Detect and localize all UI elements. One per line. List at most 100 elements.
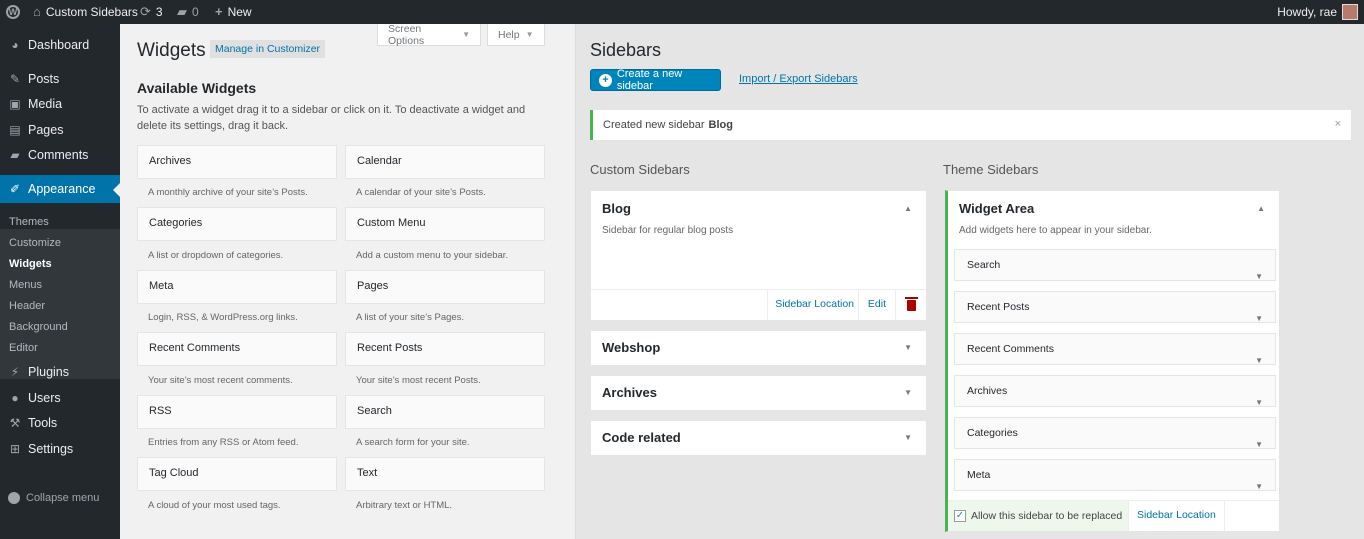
widget-description: Your site’s most recent Posts. [356,375,481,386]
collapse-arrow-up-icon[interactable]: ▲ [904,204,912,213]
expand-arrow-down-icon[interactable]: ▼ [1255,304,1263,334]
sidebar-location-link[interactable]: Sidebar Location [1128,501,1225,531]
avatar [1342,4,1358,20]
sidebar-actions: ✓ Allow this sidebar to be replaced Sideb… [948,500,1279,531]
sidebar-code-related[interactable]: Code related ▼ [590,420,927,456]
widget-text[interactable]: Text [345,457,545,491]
widget-meta[interactable]: Meta [137,270,337,304]
placed-widget-recent-posts[interactable]: Recent Posts ▼ [954,291,1276,323]
widget-calendar[interactable]: Calendar [345,145,545,179]
wordpress-logo-icon[interactable]: W [6,0,20,24]
new-content-link[interactable]: + New [215,0,252,24]
widget-search[interactable]: Search [345,395,545,429]
import-export-link[interactable]: Import / Export Sidebars [739,73,858,85]
submenu-item-customize[interactable]: Customize [9,237,61,249]
sidebar-actions: Sidebar Location Edit [591,289,926,320]
create-new-sidebar-button[interactable]: + Create a new sidebar [590,68,721,92]
widget-description: A search form for your site. [356,437,470,448]
comments-link[interactable]: ▰ 0 [177,0,199,24]
screen-options-button[interactable]: Screen Options ▼ [377,23,481,47]
wrench-icon: ⚒ [9,416,21,430]
expand-arrow-down-icon[interactable]: ▼ [904,433,912,442]
widget-recent-comments[interactable]: Recent Comments [137,332,337,366]
menu-item-appearance[interactable]: ✐ Appearance [0,175,120,203]
submenu-item-header[interactable]: Header [9,300,45,312]
appearance-submenu: Themes Customize Widgets Menus Header Ba… [0,216,120,379]
widget-pages[interactable]: Pages [345,270,545,304]
dismiss-notice-icon[interactable]: × [1335,118,1341,130]
menu-item-dashboard[interactable]: ◕ Dashboard [0,34,120,56]
expand-arrow-down-icon[interactable]: ▼ [1255,388,1263,418]
widget-description: Login, RSS, & WordPress.org links. [148,312,298,323]
sidebar-title: Blog [602,201,631,216]
widget-recent-posts[interactable]: Recent Posts [345,332,545,366]
submenu-item-widgets[interactable]: Widgets [9,258,52,270]
menu-item-pages[interactable]: ▤ Pages [0,119,120,141]
placed-widget-meta[interactable]: Meta ▼ [954,459,1276,491]
widget-description: Your site’s most recent comments. [148,375,293,386]
media-camera-icon: ▣ [9,97,21,111]
widget-archives[interactable]: Archives [137,145,337,179]
menu-item-tools[interactable]: ⚒ Tools [0,412,120,434]
delete-sidebar-button[interactable] [895,290,926,320]
settings-sliders-icon: ⊞ [9,442,21,456]
widget-description: Add a custom menu to your sidebar. [356,250,509,261]
widget-custom-menu[interactable]: Custom Menu [345,207,545,241]
submenu-item-editor[interactable]: Editor [9,342,38,354]
expand-arrow-down-icon[interactable]: ▼ [904,343,912,352]
placed-widget-search[interactable]: Search ▼ [954,249,1276,281]
expand-arrow-down-icon[interactable]: ▼ [1255,472,1263,502]
theme-sidebars-heading: Theme Sidebars [943,162,1039,177]
menu-item-comments[interactable]: ▰ Comments [0,144,120,166]
allow-replace-toggle[interactable]: ✓ Allow this sidebar to be replaced [948,501,1128,531]
collapse-menu-button[interactable]: Collapse menu [8,492,99,504]
sidebar-webshop[interactable]: Webshop ▼ [590,330,927,366]
available-widgets-description: To activate a widget drag it to a sideba… [137,104,526,132]
checkbox-checked-icon[interactable]: ✓ [954,510,966,522]
expand-arrow-down-icon[interactable]: ▼ [1255,346,1263,376]
help-button[interactable]: Help ▼ [487,24,545,46]
menu-item-users[interactable]: ● Users [0,387,120,409]
collapse-arrow-icon [8,492,20,504]
sidebar-archives[interactable]: Archives ▼ [590,375,927,411]
sidebar-description: Sidebar for regular blog posts [602,225,734,236]
placed-widget-categories[interactable]: Categories ▼ [954,417,1276,449]
expand-arrow-down-icon[interactable]: ▼ [1255,430,1263,460]
widget-description: A list or dropdown of categories. [148,250,284,261]
paintbrush-icon: ✐ [9,182,21,196]
widget-categories[interactable]: Categories [137,207,337,241]
menu-item-settings[interactable]: ⊞ Settings [0,438,120,460]
sidebar-title: Code related [602,430,681,445]
plus-circle-icon: + [599,73,612,87]
submenu-item-themes[interactable]: Themes [9,216,49,228]
site-name-link[interactable]: ⌂ Custom Sidebars [33,0,138,24]
sidebar-blog[interactable]: Blog ▲ Sidebar for regular blog posts Si… [590,190,927,321]
expand-arrow-down-icon[interactable]: ▼ [904,388,912,397]
widget-tag-cloud[interactable]: Tag Cloud [137,457,337,491]
collapse-arrow-up-icon[interactable]: ▲ [1257,204,1265,213]
edit-sidebar-link[interactable]: Edit [857,290,895,320]
submenu-item-menus[interactable]: Menus [9,279,42,291]
user-icon: ● [11,391,19,405]
plus-icon: + [215,4,223,19]
menu-item-media[interactable]: ▣ Media [0,93,120,115]
submenu-item-background[interactable]: Background [9,321,68,333]
plug-icon: ⚡ [10,365,20,379]
sidebar-location-link[interactable]: Sidebar Location [767,290,861,320]
success-notice: Created new sidebar Blog × [590,110,1351,140]
placed-widget-recent-comments[interactable]: Recent Comments ▼ [954,333,1276,365]
theme-sidebar-widget-area[interactable]: Widget Area ▲ Add widgets here to appear… [945,190,1280,532]
updates-link[interactable]: ⟳ 3 [140,0,163,24]
page-title: Widgets [137,40,206,61]
manage-in-customizer-button[interactable]: Manage in Customizer [210,40,326,58]
comment-bubble-icon: ▰ [177,4,187,19]
menu-item-plugins[interactable]: ⚡ Plugins [0,361,120,383]
menu-item-posts[interactable]: ✎ Posts [0,68,120,90]
widget-description: A cloud of your most used tags. [148,500,281,511]
placed-widget-archives[interactable]: Archives ▼ [954,375,1276,407]
sidebars-title: Sidebars [590,40,662,60]
widget-rss[interactable]: RSS [137,395,337,429]
expand-arrow-down-icon[interactable]: ▼ [1255,262,1263,292]
widget-description: A monthly archive of your site’s Posts. [148,187,308,198]
account-menu[interactable]: Howdy, rae [1277,0,1358,24]
